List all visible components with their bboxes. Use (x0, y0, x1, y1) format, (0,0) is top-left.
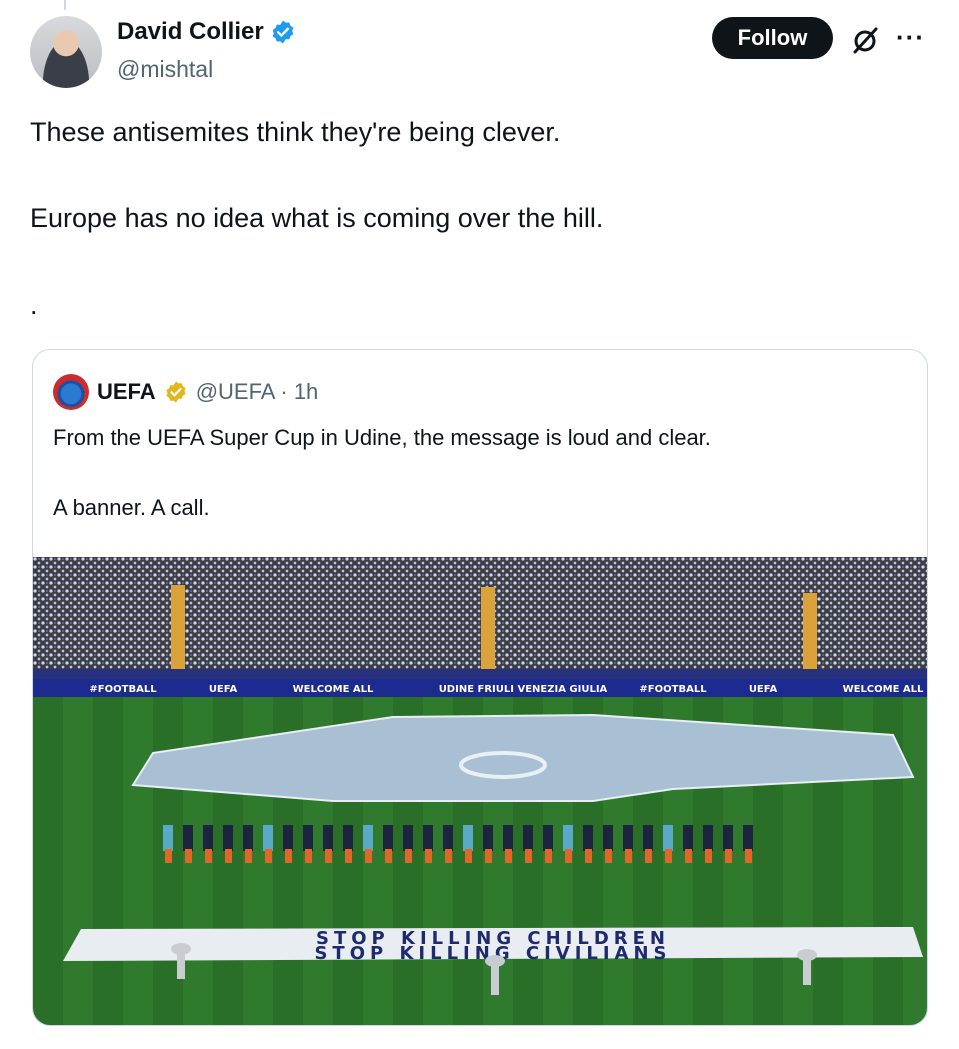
player-figure (703, 825, 713, 851)
player-figure (623, 825, 633, 851)
player-figure (503, 825, 513, 851)
player-figure (403, 825, 413, 851)
player-figure (643, 825, 653, 851)
grok-icon[interactable] (849, 24, 881, 56)
mascot-figure (445, 849, 452, 863)
mascot-figure (485, 849, 492, 863)
mascot-figure (685, 849, 692, 863)
mascot-figure (545, 849, 552, 863)
mascot-figure (705, 849, 712, 863)
mascot-figure (665, 849, 672, 863)
player-figure (223, 825, 233, 851)
player-figure (523, 825, 533, 851)
player-figure (603, 825, 613, 851)
quoted-name[interactable]: UEFA (97, 379, 156, 405)
mascot-figure (165, 849, 172, 863)
mascot-figure (465, 849, 472, 863)
mascot-figure (625, 849, 632, 863)
mascot-figure (325, 849, 332, 863)
mascot-figure (645, 849, 652, 863)
ad-board-label: #FOOTBALL (89, 684, 157, 695)
player-figure (463, 825, 473, 851)
quoted-text-line-2: A banner. A call. (53, 495, 210, 520)
player-figure (683, 825, 693, 851)
more-icon[interactable]: ··· (896, 24, 925, 50)
player-figure (363, 825, 373, 851)
player-figure (663, 825, 673, 851)
player-figure (343, 825, 353, 851)
ad-board-label: UEFA (749, 684, 778, 695)
mascot-figure (505, 849, 512, 863)
player-figure (483, 825, 493, 851)
player-figure (583, 825, 593, 851)
player-figure (743, 825, 753, 851)
ad-board-label: UDINE FRIULI VENEZIA GIULIA (439, 684, 608, 695)
ad-board-label: WELCOME ALL (293, 684, 374, 695)
ad-board-label: #FOOTBALL (639, 684, 707, 695)
mascot-figure (605, 849, 612, 863)
thread-line (64, 0, 66, 10)
player-figure (203, 825, 213, 851)
quoted-handle-time: @UEFA · 1h (195, 379, 319, 404)
mascot-figure (265, 849, 272, 863)
player-figure (443, 825, 453, 851)
author-name-row: David Collier (117, 18, 296, 46)
mascot-figure (385, 849, 392, 863)
mascot-figure (525, 849, 532, 863)
quoted-header: UEFA @UEFA · 1h (53, 374, 318, 410)
ad-board-label: UEFA (209, 684, 238, 695)
player-figure (543, 825, 553, 851)
verified-icon (272, 20, 294, 44)
mascot-figure (245, 849, 252, 863)
mascot-figure (365, 849, 372, 863)
quoted-tweet[interactable]: UEFA @UEFA · 1h From the UEFA Super Cup … (32, 349, 928, 1026)
stadium-photo[interactable]: STOP KILLING CHILDREN STOP KILLING CIVIL… (33, 557, 927, 1025)
gold-verified-icon (166, 381, 186, 403)
mascot-figure (425, 849, 432, 863)
mascot-figure (225, 849, 232, 863)
player-figure (183, 825, 193, 851)
mascot-figure (745, 849, 752, 863)
author-handle[interactable]: @mishtal (117, 56, 213, 83)
mascot-figure (345, 849, 352, 863)
player-figure (303, 825, 313, 851)
mascot-figure (305, 849, 312, 863)
player-figure (563, 825, 573, 851)
tweet-text-line-1: These antisemites think they're being cl… (30, 117, 561, 147)
mascot-figure (285, 849, 292, 863)
ad-board-label: WELCOME ALL (843, 684, 924, 695)
mascot-figure (405, 849, 412, 863)
quoted-text-line-1: From the UEFA Super Cup in Udine, the me… (53, 425, 711, 450)
mascot-figure (585, 849, 592, 863)
player-figure (323, 825, 333, 851)
mascot-figure (725, 849, 732, 863)
player-figure (243, 825, 253, 851)
player-figure (263, 825, 273, 851)
mascot-figure (205, 849, 212, 863)
mascot-figure (565, 849, 572, 863)
crowd-stands (33, 557, 927, 675)
tweet-text-line-2: Europe has no idea what is coming over t… (30, 203, 604, 233)
author-avatar[interactable] (30, 16, 102, 88)
author-name[interactable]: David Collier (117, 18, 264, 46)
follow-button[interactable]: Follow (712, 17, 833, 59)
player-figure (283, 825, 293, 851)
mascot-figure (185, 849, 192, 863)
uefa-logo-icon[interactable] (53, 374, 89, 410)
player-figure (163, 825, 173, 851)
player-figure (423, 825, 433, 851)
player-figure (723, 825, 733, 851)
player-figure (383, 825, 393, 851)
tweet-text-line-3: . (30, 290, 38, 320)
